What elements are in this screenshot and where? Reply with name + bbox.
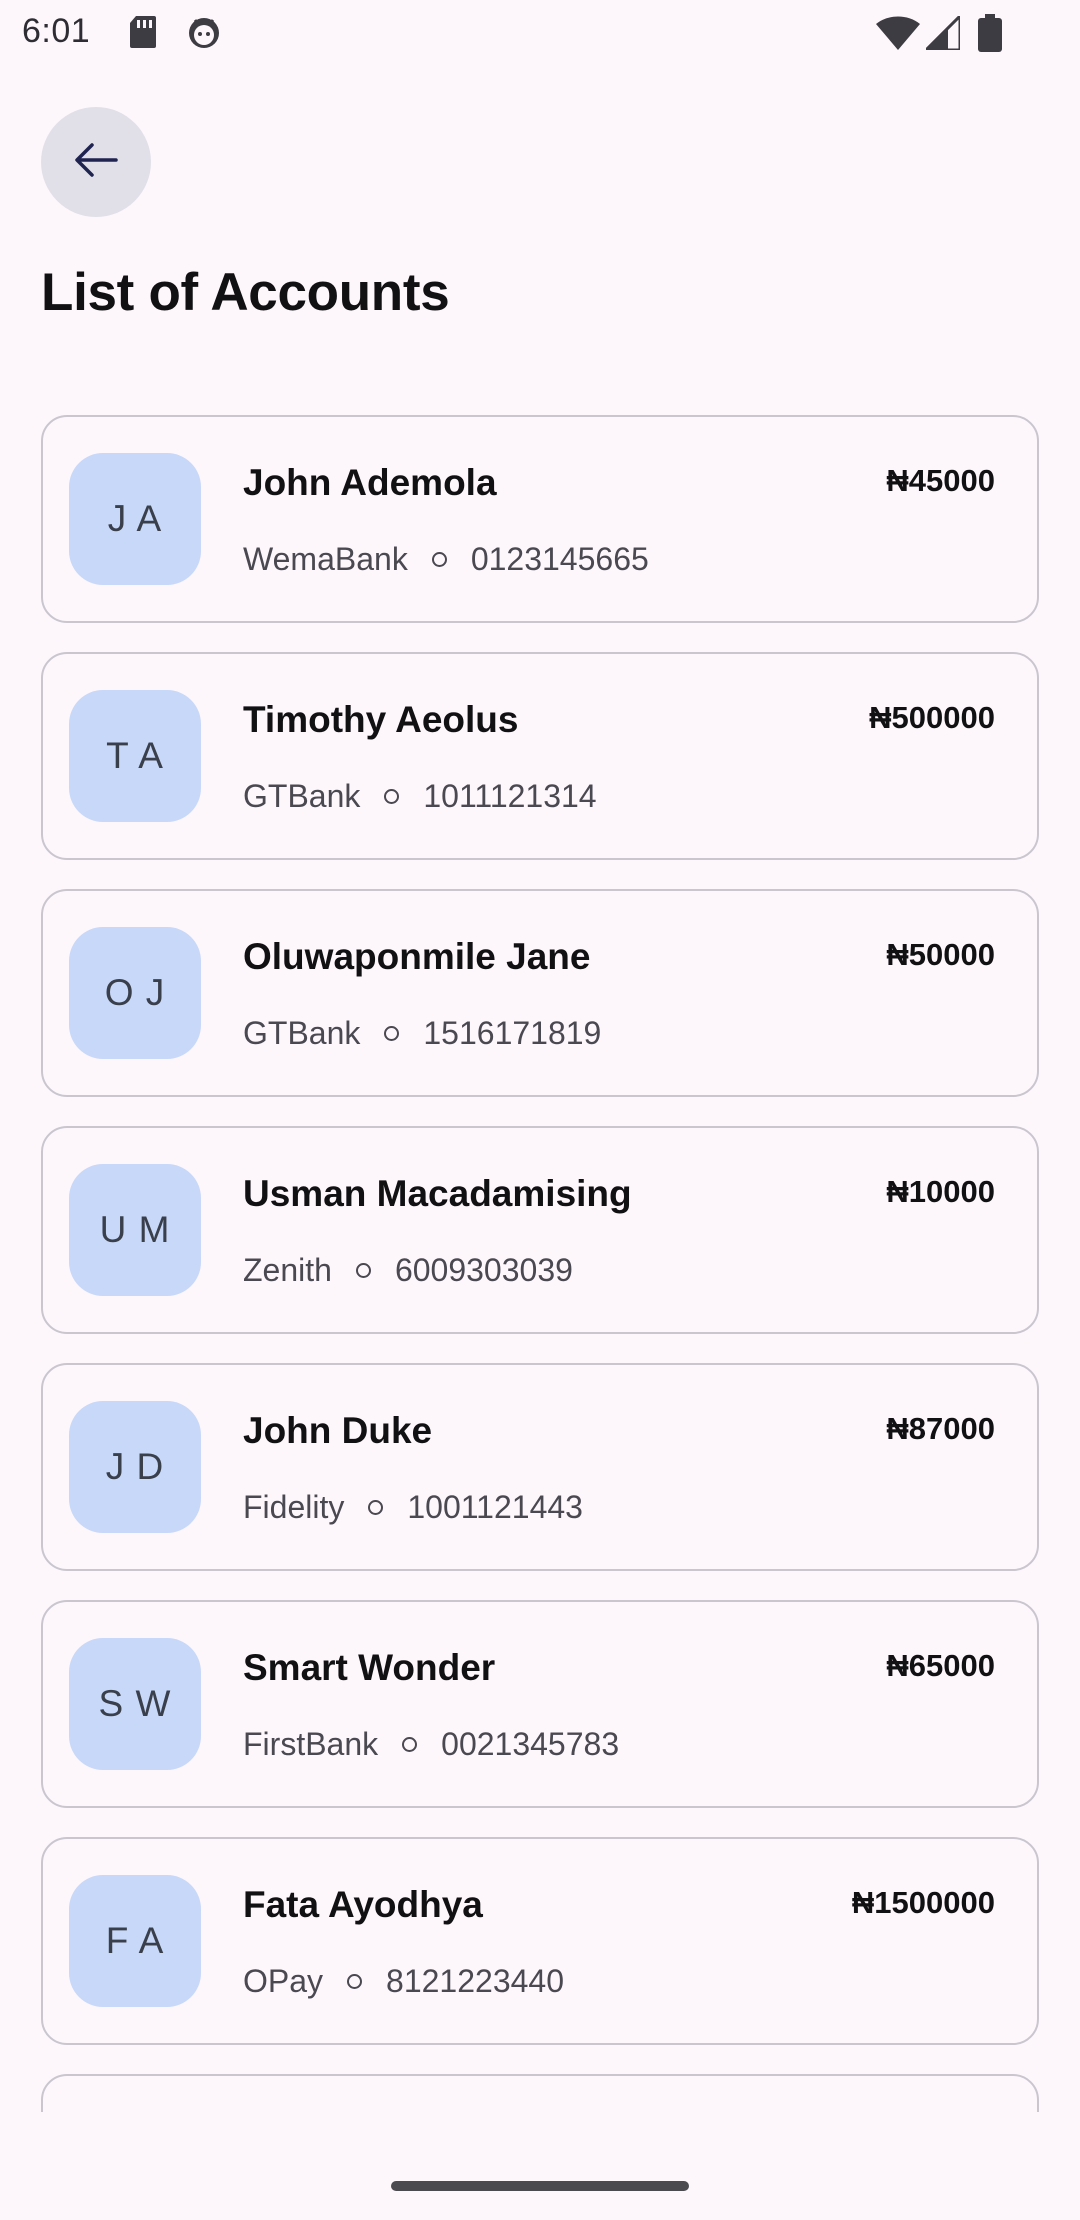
account-name: Usman Macadamising (243, 1173, 632, 1214)
account-number: 1516171819 (423, 1015, 602, 1051)
avatar: J A (69, 453, 201, 585)
account-number: 0021345783 (441, 1726, 620, 1762)
back-button[interactable] (41, 107, 151, 217)
sd-card-icon (128, 14, 158, 55)
accounts-list[interactable]: J A John Ademola WemaBank 0123145665 ₦45… (0, 400, 1080, 2112)
account-amount: ₦87000 (886, 1411, 995, 1446)
wifi-icon (876, 16, 920, 55)
account-card[interactable]: S W Smart Wonder FirstBank 0021345783 ₦6… (41, 1600, 1039, 1808)
account-number: 1001121443 (407, 1489, 583, 1525)
avatar: T A (69, 690, 201, 822)
account-name: Fata Ayodhya (243, 1884, 483, 1925)
account-amount: ₦500000 (869, 700, 995, 735)
account-meta: OPay 8121223440 (243, 1963, 564, 2000)
account-meta: FirstBank 0021345783 (243, 1726, 619, 1763)
account-amount: ₦50000 (886, 937, 995, 972)
account-amount: ₦65000 (886, 1648, 995, 1683)
account-name: John Duke (243, 1410, 433, 1451)
account-number: 8121223440 (386, 1963, 564, 1999)
avatar: O J (69, 927, 201, 1059)
account-card-partial[interactable] (41, 2074, 1039, 2112)
cell-signal-icon (922, 12, 962, 55)
account-meta: Zenith 6009303039 (243, 1252, 573, 1289)
account-meta: WemaBank 0123145665 (243, 541, 649, 578)
avatar: J D (69, 1401, 201, 1533)
separator-dot (384, 789, 400, 804)
status-bar: 6:01 (0, 0, 1080, 66)
bank-name: WemaBank (243, 541, 408, 577)
bank-name: FirstBank (243, 1726, 379, 1762)
battery-icon (978, 14, 1002, 57)
account-name: John Ademola (243, 462, 497, 503)
avatar: U M (69, 1164, 201, 1296)
account-amount: ₦45000 (886, 463, 995, 498)
bank-name: GTBank (243, 1015, 361, 1051)
avatar: F A (69, 1875, 201, 2007)
separator-dot (347, 1974, 363, 1989)
account-card[interactable]: J A John Ademola WemaBank 0123145665 ₦45… (41, 415, 1039, 623)
bank-name: Zenith (243, 1252, 332, 1288)
account-meta: Fidelity 1001121443 (243, 1489, 583, 1526)
arrow-left-icon (72, 140, 120, 185)
bank-name: GTBank (243, 778, 361, 814)
status-time: 6:01 (22, 12, 91, 50)
separator-dot (368, 1500, 384, 1515)
page-title: List of Accounts (41, 263, 450, 322)
account-name: Oluwaponmile Jane (243, 936, 591, 977)
account-card[interactable]: T A Timothy Aeolus GTBank 1011121314 ₦50… (41, 652, 1039, 860)
account-number: 1011121314 (423, 778, 597, 814)
account-card[interactable]: U M Usman Macadamising Zenith 6009303039… (41, 1126, 1039, 1334)
account-amount: ₦10000 (886, 1174, 995, 1209)
bank-name: Fidelity (243, 1489, 345, 1525)
account-card[interactable]: F A Fata Ayodhya OPay 8121223440 ₦150000… (41, 1837, 1039, 2045)
separator-dot (384, 1026, 400, 1041)
avatar: S W (69, 1638, 201, 1770)
account-amount: ₦1500000 (851, 1885, 995, 1920)
account-card[interactable]: J D John Duke Fidelity 1001121443 ₦87000 (41, 1363, 1039, 1571)
bank-name: OPay (243, 1963, 324, 1999)
account-card[interactable]: O J Oluwaponmile Jane GTBank 1516171819 … (41, 889, 1039, 1097)
separator-dot (355, 1263, 371, 1278)
account-name: Smart Wonder (243, 1647, 496, 1688)
account-name: Timothy Aeolus (243, 699, 519, 740)
account-number: 0123145665 (470, 541, 649, 577)
account-number: 6009303039 (394, 1252, 573, 1288)
account-meta: GTBank 1011121314 (243, 778, 597, 815)
android-face-icon (186, 14, 222, 55)
account-meta: GTBank 1516171819 (243, 1015, 601, 1052)
home-indicator[interactable] (391, 2181, 689, 2191)
separator-dot (431, 552, 447, 567)
separator-dot (402, 1737, 418, 1752)
